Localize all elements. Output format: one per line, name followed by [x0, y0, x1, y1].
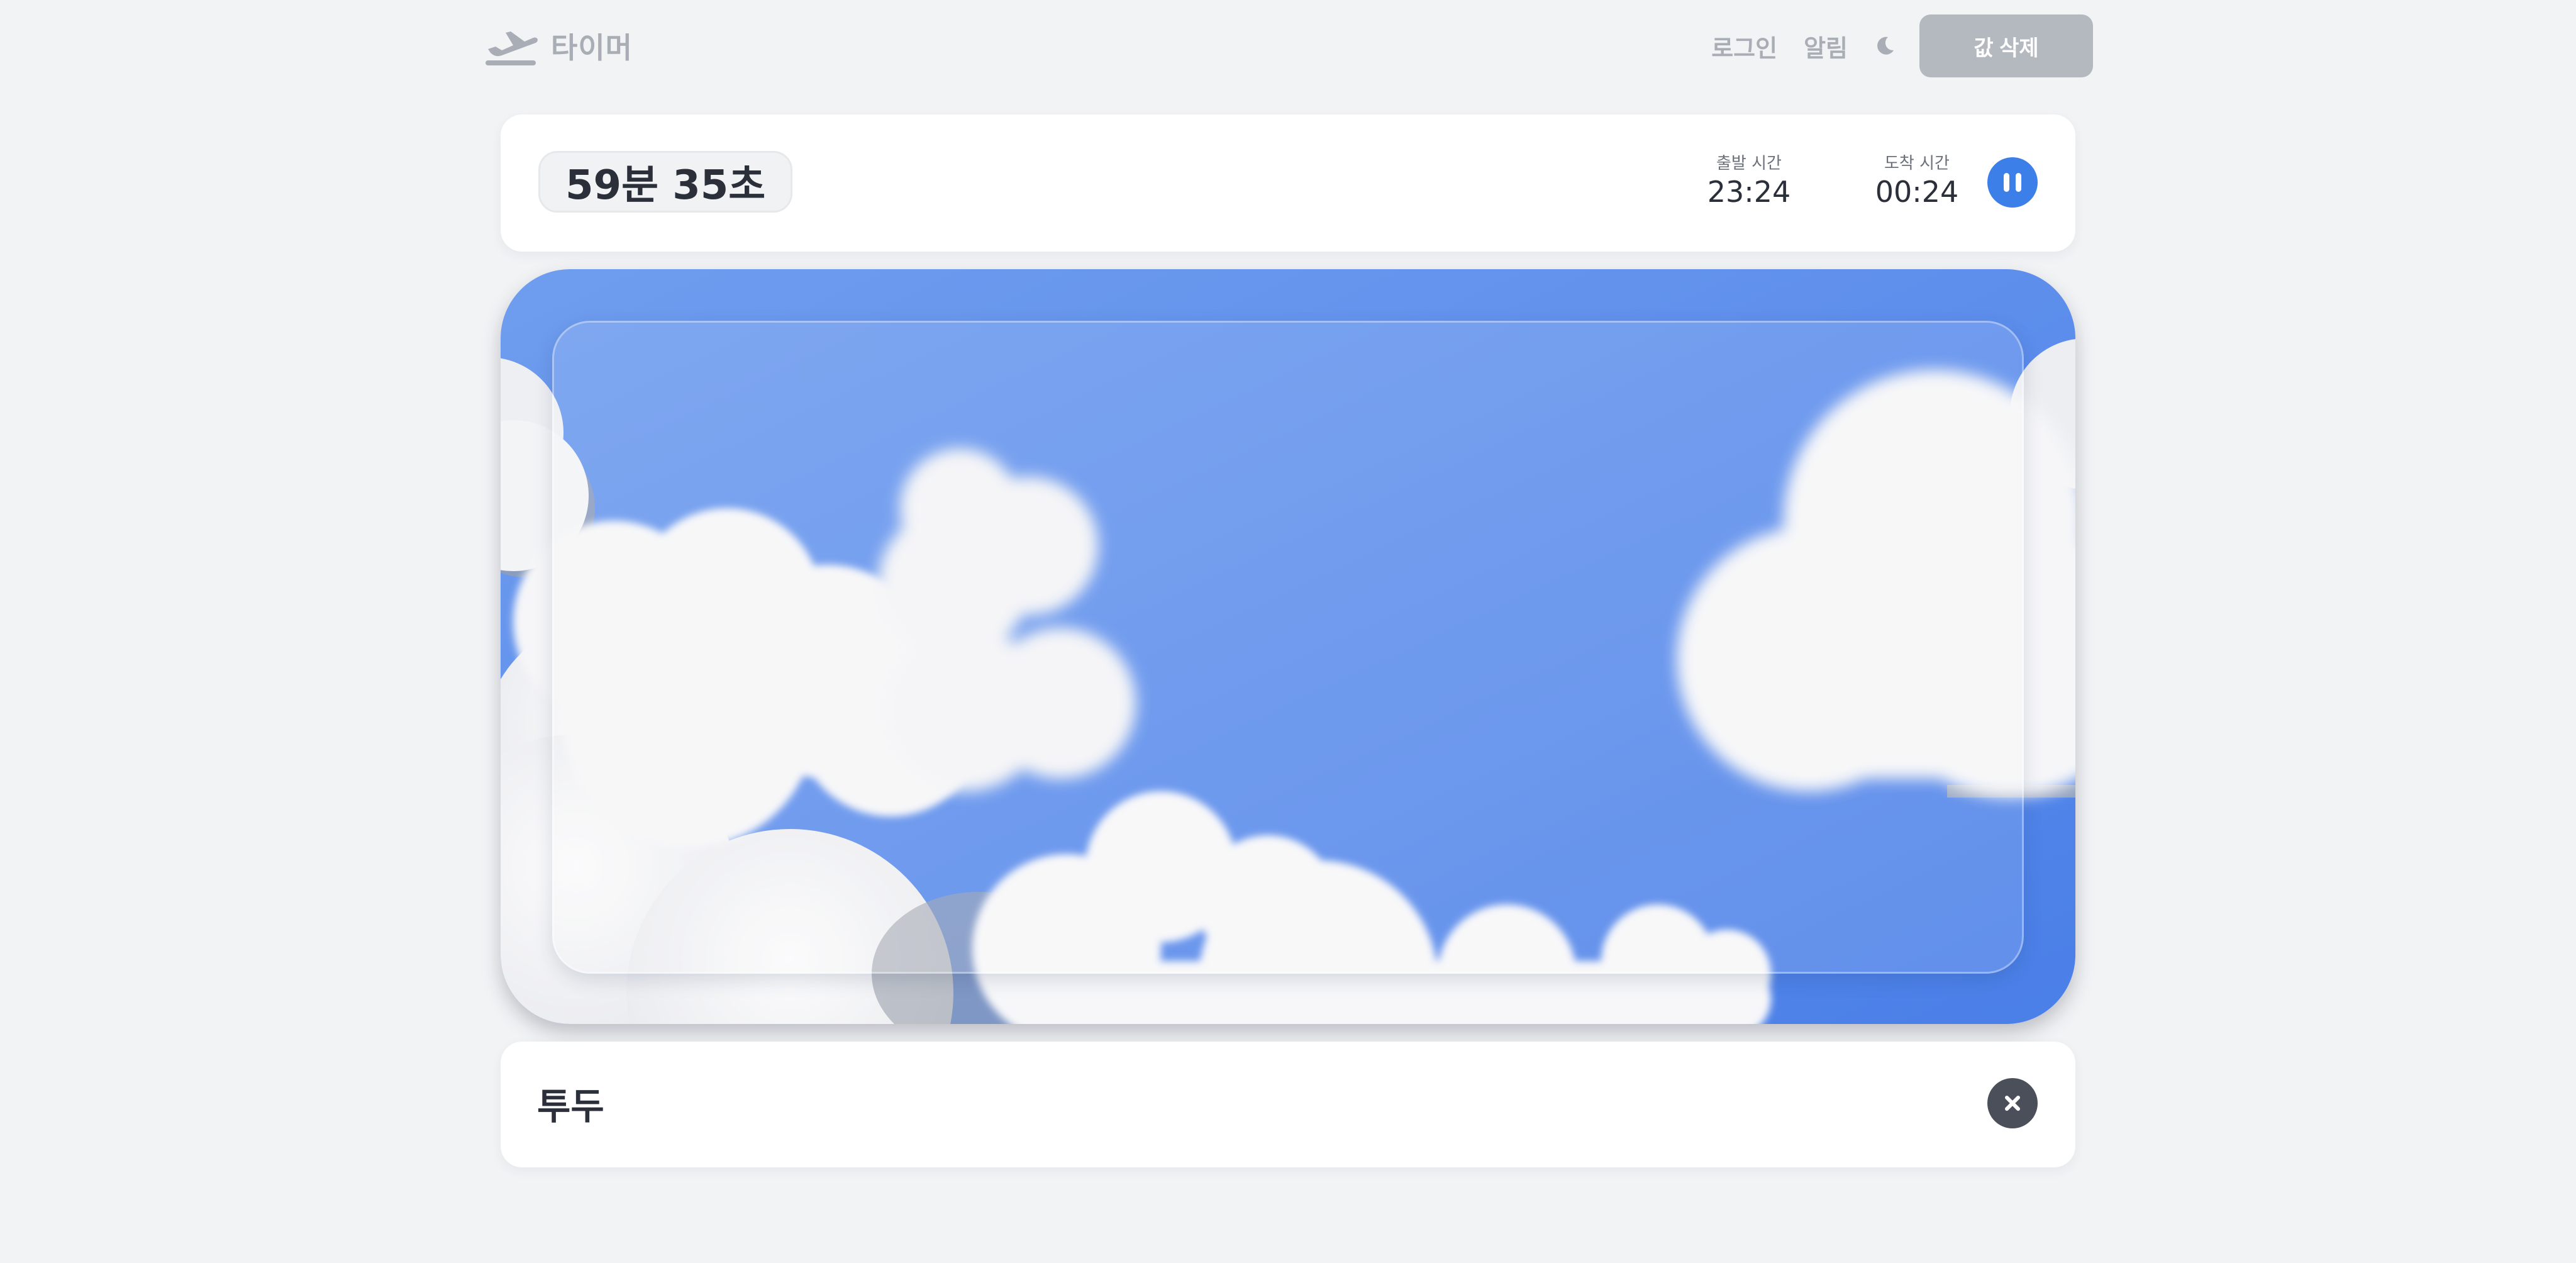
departure-label: 출발 시간 — [1716, 154, 1782, 173]
moon-icon[interactable] — [1874, 35, 1896, 57]
close-icon — [2005, 1096, 2020, 1111]
sky-window — [501, 269, 2075, 1024]
brand-name: 타이머 — [551, 31, 633, 65]
login-link[interactable]: 로그인 — [1711, 29, 1777, 64]
glass-panel — [552, 321, 2024, 974]
page: 타이머 로그인 알림 값 삭제 59분 35초 출발 시간 23:24 도착 시… — [0, 0, 2576, 1263]
remaining-time-badge: 59분 35초 — [538, 151, 793, 213]
delete-values-button[interactable]: 값 삭제 — [1919, 14, 2093, 77]
alerts-link[interactable]: 알림 — [1804, 29, 1848, 64]
airplane-takeoff-icon — [483, 24, 540, 68]
brand[interactable]: 타이머 — [483, 14, 633, 78]
departure-time-block: 출발 시간 23:24 — [1696, 153, 1802, 210]
todo-card: 투두 — [501, 1042, 2075, 1167]
arrival-time-block: 도착 시간 00:24 — [1863, 153, 1970, 210]
pause-icon-bar — [2016, 173, 2021, 192]
todo-title: 투두 — [537, 1085, 604, 1128]
departure-time: 23:24 — [1707, 175, 1791, 209]
timer-card: 59분 35초 출발 시간 23:24 도착 시간 00:24 — [501, 114, 2075, 252]
arrival-label: 도착 시간 — [1884, 154, 1950, 173]
pause-icon — [2004, 173, 2009, 192]
arrival-time: 00:24 — [1875, 175, 1959, 209]
nav-actions: 로그인 알림 값 삭제 — [1711, 14, 2093, 78]
pause-button[interactable] — [1987, 157, 2038, 208]
top-nav: 타이머 로그인 알림 값 삭제 — [483, 14, 2093, 78]
close-button[interactable] — [1987, 1078, 2038, 1128]
